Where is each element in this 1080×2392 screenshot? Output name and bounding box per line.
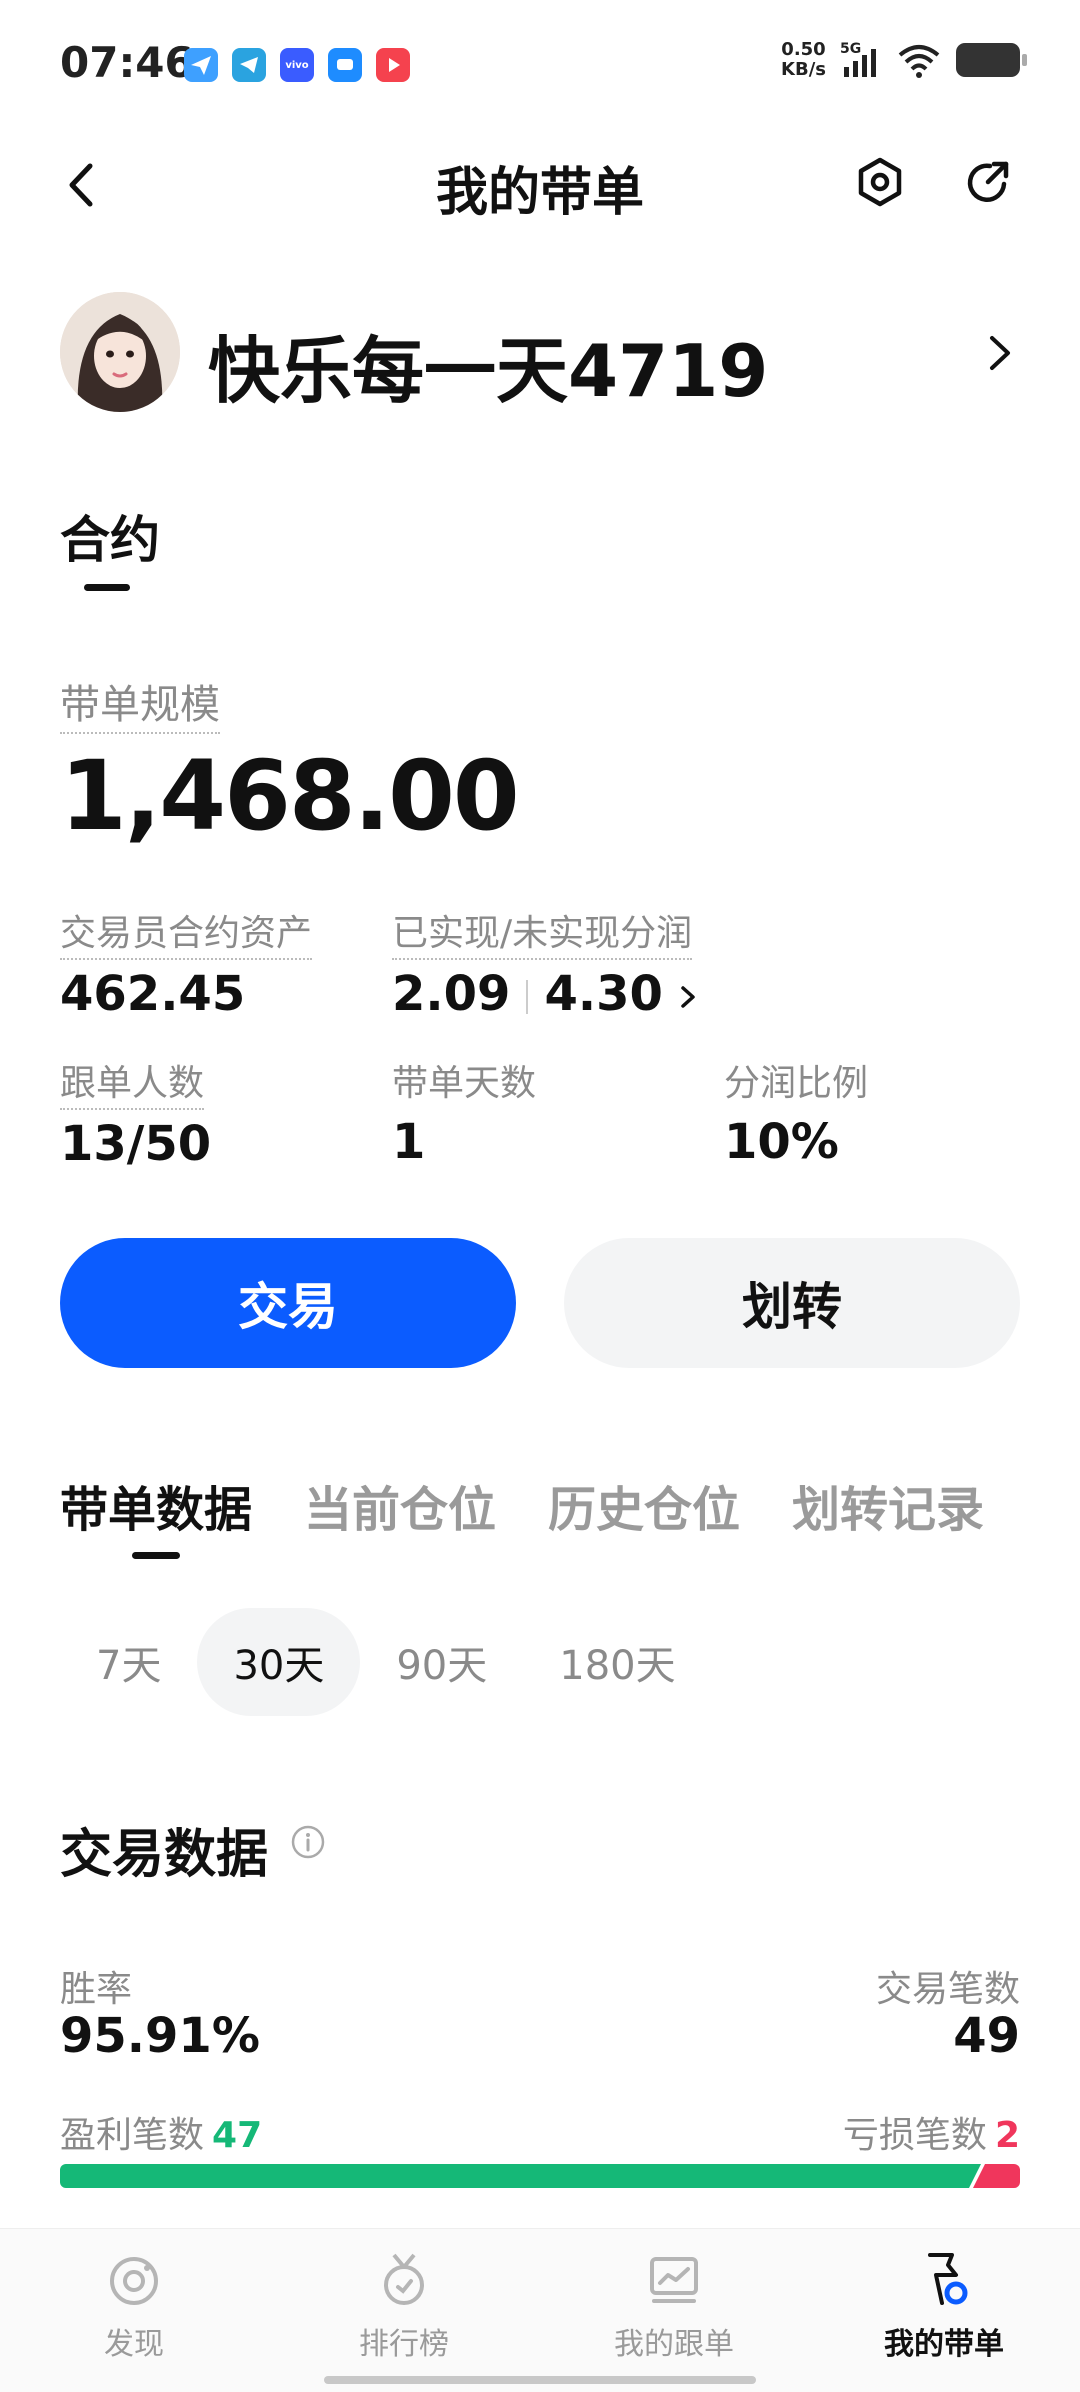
share-icon[interactable]: [960, 154, 1016, 210]
nav-leaderboard[interactable]: 排行榜: [304, 2249, 504, 2363]
loss-count-value: 2: [994, 2115, 1020, 2156]
discover-icon: [110, 2257, 158, 2305]
nav-discover-label: 发现: [104, 2327, 164, 2362]
settings-icon[interactable]: [852, 154, 908, 210]
tab-current-positions[interactable]: 当前仓位: [304, 1470, 496, 1540]
chart-icon: [650, 2257, 698, 2303]
chat-app-icon: [328, 48, 362, 82]
trade-count-value: 49: [953, 2008, 1020, 2064]
video-app-icon: [376, 48, 410, 82]
nav-discover[interactable]: 发现: [34, 2249, 234, 2363]
period-7d[interactable]: 7天: [60, 1608, 197, 1716]
net-speed: 0.50 KB/s: [781, 39, 826, 80]
tab-active-indicator: [132, 1552, 180, 1559]
transfer-button[interactable]: 划转: [564, 1238, 1020, 1368]
ratio-value: 10%: [724, 1114, 839, 1170]
period-180d[interactable]: 180天: [523, 1608, 711, 1716]
flag-icon: [928, 2253, 968, 2305]
assets-value: 462.45: [60, 966, 246, 1022]
ratio-label: 分润比例: [724, 1063, 869, 1104]
tab-history-positions[interactable]: 历史仓位: [548, 1470, 740, 1540]
medal-icon: [384, 2253, 424, 2305]
realized-share: 2.09: [392, 966, 511, 1022]
days-stat: 带单天数 1: [392, 1054, 536, 1170]
nav-my-lead-label: 我的带单: [884, 2327, 1004, 2362]
wifi-icon: [898, 45, 940, 78]
scale-value: 1,468.00: [60, 740, 520, 852]
status-time: 07:46: [60, 38, 194, 87]
profit-share-value: 2.09 4.30: [392, 966, 701, 1022]
notification-icons: vivo: [184, 48, 410, 82]
followers-stat: 跟单人数 13/50: [60, 1054, 211, 1172]
username: 快乐每一天4719: [208, 329, 769, 413]
period-30d[interactable]: 30天: [197, 1608, 361, 1716]
trade-count-label: 交易笔数: [875, 1969, 1020, 2010]
chevron-right-icon[interactable]: [677, 980, 701, 1014]
tab-transfer-records[interactable]: 划转记录: [792, 1470, 984, 1540]
profit-count-value: 47: [212, 2115, 263, 2156]
win-loss-bar: [60, 2164, 1020, 2188]
status-bar: 07:46 vivo 0.50 KB/s 5G: [0, 0, 1080, 130]
info-icon[interactable]: [290, 1824, 326, 1860]
loss-count-row: 亏损笔数 2: [843, 2106, 1020, 2158]
nav-my-copy-label: 我的跟单: [614, 2327, 734, 2362]
svg-text:5G: 5G: [840, 41, 861, 57]
data-tabs: 带单数据 当前仓位 历史仓位 划转记录: [60, 1470, 984, 1540]
win-bar: [60, 2164, 981, 2188]
assets-stat: 交易员合约资产 462.45: [60, 904, 313, 1022]
bottom-nav: 发现 排行榜 我的跟单 我的带单: [0, 2228, 1080, 2392]
nav-my-lead[interactable]: 我的带单: [844, 2249, 1044, 2363]
ratio-stat: 分润比例 10%: [724, 1054, 868, 1170]
status-right: 0.50 KB/s 5G: [781, 39, 1027, 80]
nav-leaderboard-label: 排行榜: [359, 2327, 449, 2362]
days-label: 带单天数: [392, 1063, 537, 1104]
home-indicator[interactable]: [324, 2376, 756, 2384]
trade-data-title: 交易数据: [60, 1825, 269, 1885]
nav-my-copy[interactable]: 我的跟单: [574, 2249, 774, 2363]
trade-button[interactable]: 交易: [60, 1238, 516, 1368]
assets-label[interactable]: 交易员合约资产: [60, 904, 313, 960]
win-rate-value: 95.91%: [60, 2008, 260, 2064]
loss-count-label: 亏损笔数: [842, 2115, 987, 2156]
signal-icon: 5G: [840, 41, 876, 77]
vivo-icon: vivo: [280, 48, 314, 82]
profile-row[interactable]: 快乐每一天4719: [60, 292, 1020, 414]
win-rate-label: 胜率: [60, 1969, 133, 2010]
battery-icon: [956, 43, 1027, 77]
header: 我的带单: [0, 140, 1080, 230]
followers-value: 13/50: [60, 1116, 212, 1172]
telegram-icon: [232, 48, 266, 82]
days-value: 1: [392, 1114, 426, 1170]
tab-contract[interactable]: 合约: [60, 500, 160, 572]
profit-share-label[interactable]: 已实现/未实现分润: [392, 904, 693, 960]
avatar[interactable]: [60, 292, 180, 412]
profit-count-label: 盈利笔数: [60, 2115, 205, 2156]
divider: [526, 980, 529, 1014]
period-90d[interactable]: 90天: [360, 1608, 523, 1716]
scale-label[interactable]: 带单规模: [60, 672, 220, 734]
page-title: 我的带单: [435, 163, 644, 223]
loss-bar: [973, 2164, 1020, 2188]
period-selector: 7天 30天 90天 180天: [60, 1608, 712, 1716]
profit-count-row: 盈利笔数 47: [60, 2106, 262, 2158]
tab-contract-indicator: [84, 584, 130, 591]
followers-label[interactable]: 跟单人数: [60, 1054, 205, 1110]
send-app-icon: [184, 48, 218, 82]
profit-share-stat[interactable]: 已实现/未实现分润 2.09 4.30: [392, 904, 701, 1022]
unrealized-share: 4.30: [544, 966, 663, 1022]
chevron-right-icon[interactable]: [980, 328, 1020, 378]
tab-copy-trading-data[interactable]: 带单数据: [60, 1470, 252, 1540]
